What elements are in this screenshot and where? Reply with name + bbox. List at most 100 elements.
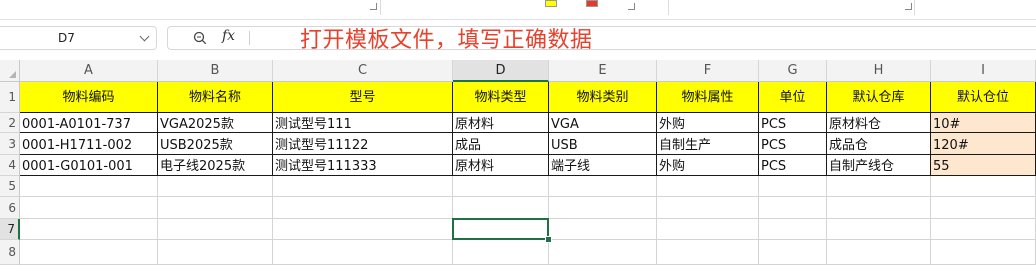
fill-handle[interactable] — [545, 236, 552, 243]
active-cell-selection[interactable] — [452, 218, 549, 240]
empty-cell[interactable] — [453, 176, 549, 197]
table-cell[interactable]: PCS — [759, 133, 827, 155]
table-cell[interactable]: 自制生产 — [657, 133, 759, 155]
name-box[interactable]: D7 — [0, 26, 157, 50]
row-header-7[interactable]: 7 — [0, 219, 20, 240]
column-header-h[interactable]: H — [827, 60, 931, 82]
table-cell[interactable]: VGA — [549, 113, 657, 133]
header-cell[interactable]: 物料名称 — [158, 82, 273, 113]
table-cell[interactable]: VGA2025款 — [158, 113, 273, 133]
empty-cell[interactable] — [827, 197, 931, 219]
empty-cell[interactable] — [20, 176, 158, 197]
empty-cell[interactable] — [657, 197, 759, 219]
empty-cell[interactable] — [657, 219, 759, 240]
table-cell[interactable]: 测试型号111 — [273, 113, 453, 133]
column-header-a[interactable]: A — [20, 60, 158, 82]
empty-cell[interactable] — [759, 219, 827, 240]
row-header-8[interactable]: 8 — [0, 240, 20, 265]
empty-cell[interactable] — [549, 176, 657, 197]
ribbon-group-launcher-icon[interactable] — [370, 3, 377, 10]
table-cell[interactable]: PCS — [759, 113, 827, 133]
table-cell[interactable]: 0001-A0101-737 — [20, 113, 158, 133]
table-cell[interactable]: USB2025款 — [158, 133, 273, 155]
header-cell[interactable]: 物料编码 — [20, 82, 158, 113]
table-cell[interactable]: 测试型号111333 — [273, 155, 453, 176]
row-header-6[interactable]: 6 — [0, 197, 20, 219]
select-all-corner[interactable] — [0, 60, 20, 82]
table-cell[interactable]: 自制产线仓 — [827, 155, 931, 176]
empty-cell[interactable] — [931, 197, 1036, 219]
header-cell[interactable]: 物料属性 — [657, 82, 759, 113]
font-color-swatch[interactable] — [586, 0, 598, 7]
column-header-d[interactable]: D — [453, 60, 549, 82]
empty-cell[interactable] — [657, 240, 759, 265]
empty-cell[interactable] — [759, 176, 827, 197]
empty-cell[interactable] — [453, 240, 549, 265]
table-cell[interactable]: 测试型号11122 — [273, 133, 453, 155]
table-cell[interactable]: 120# — [931, 133, 1036, 155]
empty-cell[interactable] — [549, 197, 657, 219]
column-header-e[interactable]: E — [549, 60, 657, 82]
row-header-5[interactable]: 5 — [0, 176, 20, 197]
column-header-c[interactable]: C — [273, 60, 453, 82]
empty-cell[interactable] — [158, 197, 273, 219]
table-cell[interactable]: 端子线 — [549, 155, 657, 176]
empty-cell[interactable] — [20, 219, 158, 240]
table-cell[interactable]: 0001-H1711-002 — [20, 133, 158, 155]
alignment-group-launcher-icon[interactable] — [905, 3, 912, 10]
table-cell[interactable]: 0001-G0101-001 — [20, 155, 158, 176]
empty-cell[interactable] — [273, 219, 453, 240]
column-header-b[interactable]: B — [158, 60, 273, 82]
header-cell[interactable]: 物料类型 — [453, 82, 549, 113]
table-cell[interactable]: 成品 — [453, 133, 549, 155]
empty-cell[interactable] — [158, 240, 273, 265]
chevron-down-icon[interactable] — [139, 31, 150, 42]
empty-cell[interactable] — [273, 197, 453, 219]
empty-cell[interactable] — [453, 197, 549, 219]
empty-cell[interactable] — [20, 240, 158, 265]
table-cell[interactable]: 原材料 — [453, 155, 549, 176]
table-cell[interactable]: 55 — [931, 155, 1036, 176]
table-cell[interactable]: USB — [549, 133, 657, 155]
empty-cell[interactable] — [273, 240, 453, 265]
fill-color-swatch[interactable] — [545, 0, 557, 7]
empty-cell[interactable] — [657, 176, 759, 197]
empty-cell[interactable] — [20, 197, 158, 219]
font-group-launcher-icon[interactable] — [628, 3, 635, 10]
table-cell[interactable]: PCS — [759, 155, 827, 176]
table-cell[interactable]: 10# — [931, 113, 1036, 133]
row-header-4[interactable]: 4 — [0, 155, 20, 176]
empty-cell[interactable] — [549, 219, 657, 240]
empty-cell[interactable] — [158, 219, 273, 240]
table-cell[interactable]: 电子线2025款 — [158, 155, 273, 176]
header-cell[interactable]: 型号 — [273, 82, 453, 113]
column-header-i[interactable]: I — [931, 60, 1036, 82]
header-cell[interactable]: 物料类别 — [549, 82, 657, 113]
row-header-2[interactable]: 2 — [0, 113, 20, 133]
row-header-1[interactable]: 1 — [0, 82, 20, 113]
table-cell[interactable]: 原材料 — [453, 113, 549, 133]
column-header-g[interactable]: G — [759, 60, 827, 82]
table-cell[interactable]: 成品仓 — [827, 133, 931, 155]
column-header-f[interactable]: F — [657, 60, 759, 82]
empty-cell[interactable] — [549, 240, 657, 265]
empty-cell[interactable] — [827, 240, 931, 265]
empty-cell[interactable] — [931, 219, 1036, 240]
formula-input-area[interactable]: fx — [167, 26, 1036, 50]
header-cell[interactable]: 默认仓位 — [931, 82, 1036, 113]
empty-cell[interactable] — [931, 176, 1036, 197]
header-cell[interactable]: 默认仓库 — [827, 82, 931, 113]
empty-cell[interactable] — [827, 176, 931, 197]
row-header-3[interactable]: 3 — [0, 133, 20, 155]
header-cell[interactable]: 单位 — [759, 82, 827, 113]
empty-cell[interactable] — [759, 240, 827, 265]
empty-cell[interactable] — [827, 219, 931, 240]
table-cell[interactable]: 原材料仓 — [827, 113, 931, 133]
empty-cell[interactable] — [931, 240, 1036, 265]
empty-cell[interactable] — [273, 176, 453, 197]
table-cell[interactable]: 外购 — [657, 155, 759, 176]
table-cell[interactable]: 外购 — [657, 113, 759, 133]
empty-cell[interactable] — [158, 176, 273, 197]
zoom-icon[interactable] — [193, 31, 207, 45]
function-icon[interactable]: fx — [222, 28, 235, 44]
